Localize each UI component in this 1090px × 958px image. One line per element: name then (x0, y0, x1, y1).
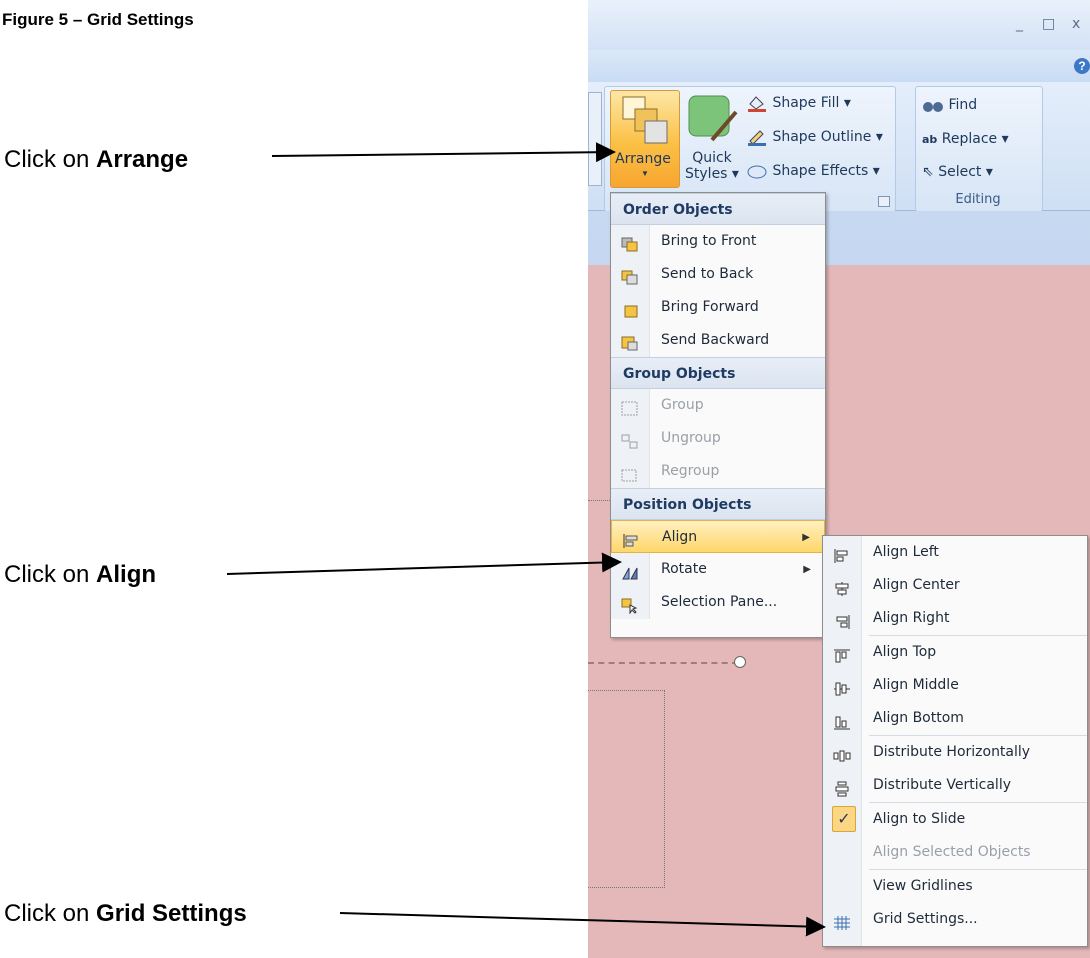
arrow-to-arrange (271, 142, 616, 163)
callout-arrows (226, 142, 826, 937)
arrow-to-align (226, 552, 622, 575)
arrow-to-grid-settings (339, 912, 826, 937)
